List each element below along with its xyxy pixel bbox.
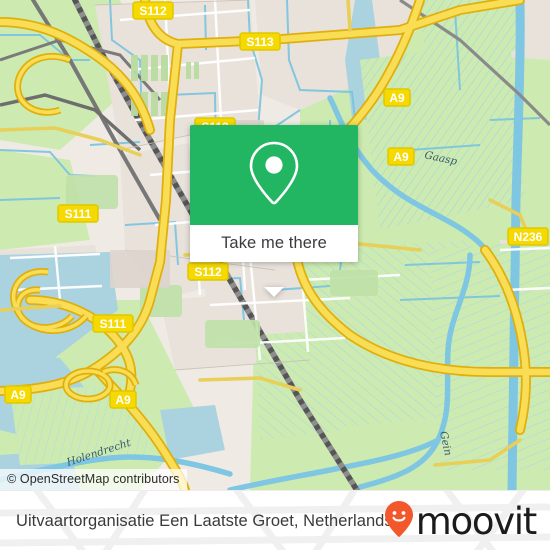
osm-attribution[interactable]: © OpenStreetMap contributors bbox=[0, 469, 187, 490]
callout-tail bbox=[264, 287, 284, 297]
page-title: Uitvaartorganisatie Een Laatste Groet, N… bbox=[16, 511, 393, 530]
screenshot-root: Gaasp Gein Holendrecht S112S113A9S112A9N… bbox=[0, 0, 550, 550]
callout-label: Take me there bbox=[221, 234, 327, 252]
moovit-logo[interactable]: moovit bbox=[384, 491, 538, 550]
moovit-wordmark: moovit bbox=[415, 499, 538, 543]
moovit-smiley-pin-icon bbox=[384, 500, 414, 543]
footer-bar: Uitvaartorganisatie Een Laatste Groet, N… bbox=[0, 490, 550, 550]
callout-action[interactable]: Take me there bbox=[190, 225, 358, 262]
callout-icon-area bbox=[190, 125, 358, 225]
take-me-there-callout[interactable]: Take me there bbox=[190, 125, 358, 297]
map-pin-icon bbox=[247, 140, 301, 211]
